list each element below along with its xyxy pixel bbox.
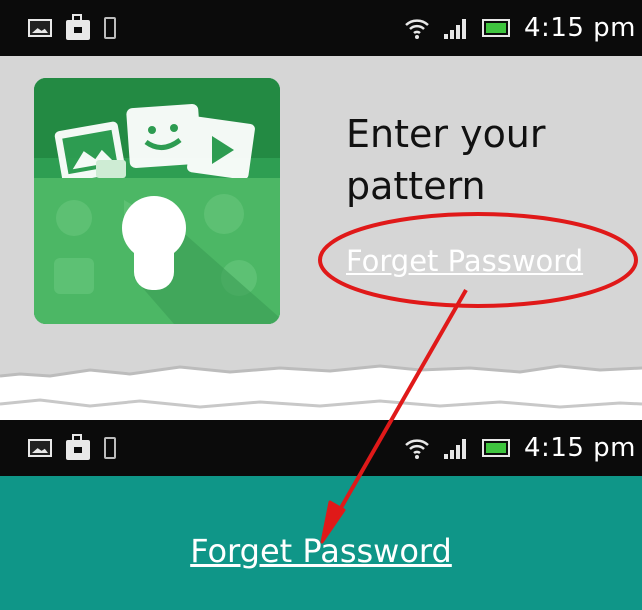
- pattern-prompt: Enter your pattern: [346, 112, 546, 208]
- status-bar-notifications: [28, 420, 116, 476]
- status-bar-top: 4:15 pm: [0, 0, 642, 56]
- vault-lock-icon: [34, 78, 280, 324]
- signal-bars-icon: [444, 437, 468, 459]
- phone-icon: [104, 437, 116, 459]
- photo-icon: [28, 19, 52, 37]
- wifi-icon: [405, 439, 429, 459]
- battery-icon: [482, 439, 511, 457]
- briefcase-icon: [66, 14, 90, 40]
- status-time: 4:15 pm: [524, 433, 636, 463]
- forget-password-link[interactable]: Forget Password: [346, 244, 583, 278]
- status-bar-notifications: [28, 0, 116, 56]
- status-bar-bottom: 4:15 pm: [0, 420, 642, 476]
- briefcase-icon: [66, 434, 90, 460]
- forget-password-button[interactable]: Forget Password: [0, 532, 642, 570]
- phone-icon: [104, 17, 116, 39]
- torn-edge-divider: [0, 346, 642, 420]
- status-bar-system: 4:15 pm: [404, 420, 636, 476]
- reset-password-panel: Forget Password: [0, 476, 642, 610]
- photo-icon: [28, 439, 52, 457]
- battery-icon: [482, 19, 511, 37]
- status-time: 4:15 pm: [524, 13, 636, 43]
- pattern-lock-panel: Enter your pattern Forget Password: [0, 56, 642, 346]
- status-bar-system: 4:15 pm: [404, 0, 636, 56]
- signal-bars-icon: [444, 17, 468, 39]
- wifi-icon: [405, 19, 429, 39]
